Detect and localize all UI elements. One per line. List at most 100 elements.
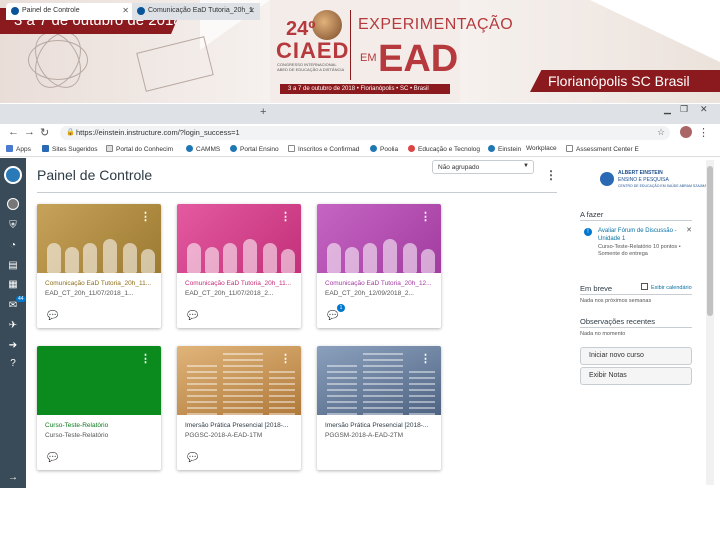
- close-window-icon[interactable]: ✕: [700, 104, 708, 115]
- address-bar[interactable]: 🔒 https://einstein.instructure.com/?logi…: [60, 126, 670, 140]
- course-card-hero[interactable]: ⋮: [317, 346, 441, 415]
- bookmark-star-icon[interactable]: ☆: [657, 127, 665, 138]
- course-card-hero[interactable]: ⋮: [177, 204, 301, 273]
- scrollbar-thumb[interactable]: [707, 166, 713, 316]
- bookmark-item[interactable]: CAMMS: [186, 145, 220, 153]
- card-options-icon[interactable]: ⋮: [280, 352, 291, 365]
- tab-label: Comunicação EaD Tutoria_20h_1: [148, 7, 254, 14]
- course-card-title[interactable]: Imersão Prática Presencial [2018-...: [325, 422, 437, 429]
- course-card-code: EAD_CT_20h_11/07/2018_2...: [185, 290, 274, 297]
- course-card[interactable]: ⋮ Comunicação EaD Tutoria_20h_11... EAD_…: [37, 204, 161, 328]
- canvas-logo-icon[interactable]: [4, 166, 22, 184]
- todo-item[interactable]: ! Avaliar Fórum de Discussão - Unidade 1…: [582, 224, 694, 268]
- admin-icon[interactable]: ⛨: [6, 220, 20, 232]
- banner-strip: 3 a 7 de outubro de 2018 • Florianópolis…: [280, 84, 450, 94]
- bookmark-item[interactable]: Workplace: [526, 145, 557, 152]
- course-card-hero[interactable]: ⋮: [37, 346, 161, 415]
- dismiss-icon[interactable]: ✕: [686, 226, 692, 234]
- todo-item-title[interactable]: Avaliar Fórum de Discussão - Unidade 1: [598, 227, 688, 243]
- view-calendar-link[interactable]: Exibir calendário: [641, 283, 692, 291]
- maximize-icon[interactable]: ❐: [680, 104, 688, 115]
- new-tab-button[interactable]: +: [260, 106, 266, 118]
- banner-shape: [590, 0, 720, 62]
- course-card[interactable]: ⋮ Curso-Teste-Relatório Curso-Teste-Rela…: [37, 346, 161, 470]
- canvas-favicon-icon: [137, 7, 145, 15]
- discussions-icon[interactable]: 💬: [187, 310, 198, 321]
- course-card[interactable]: ⋮ Imersão Prática Presencial [2018-... P…: [317, 346, 441, 470]
- course-card[interactable]: ⋮ Comunicação EaD Tutoria_20h_12... EAD_…: [317, 204, 441, 328]
- course-card[interactable]: ⋮ Comunicação EaD Tutoria_20h_11... EAD_…: [177, 204, 301, 328]
- page-icon: [288, 145, 295, 152]
- banner-city: Florianópolis SC Brasil: [530, 70, 720, 92]
- course-card-title[interactable]: Comunicação EaD Tutoria_20h_12...: [325, 280, 437, 287]
- theme-em: EM: [360, 52, 377, 64]
- commons-icon[interactable]: ✈: [6, 320, 20, 332]
- bookmark-apps[interactable]: Apps: [6, 145, 31, 153]
- discussions-icon[interactable]: 💬: [47, 310, 58, 321]
- account-icon[interactable]: [6, 198, 20, 210]
- lock-icon: 🔒: [66, 129, 75, 136]
- discussions-icon[interactable]: 💬: [47, 452, 58, 463]
- bookmark-item[interactable]: Educação e Tecnolog: [408, 145, 480, 153]
- logo-line: ENSINO E PESQUISA: [618, 177, 669, 183]
- bookmark-item[interactable]: Portal do Conhecim: [106, 145, 173, 153]
- globe-icon: [186, 145, 193, 152]
- bookmark-item[interactable]: Assessment Center E: [566, 145, 639, 153]
- calendar-icon[interactable]: ▦: [6, 279, 20, 291]
- discussion-badge: 1: [337, 304, 345, 312]
- course-card-title[interactable]: Comunicação EaD Tutoria_20h_11...: [45, 280, 157, 287]
- profile-avatar[interactable]: [680, 126, 692, 138]
- theme-ead: EAD: [378, 38, 459, 80]
- course-card-title[interactable]: Imersão Prática Presencial [2018-...: [185, 422, 297, 429]
- discussions-icon[interactable]: 💬: [327, 310, 338, 321]
- course-card-image: [327, 363, 357, 415]
- scrollbar[interactable]: [706, 160, 714, 485]
- bookmark-item[interactable]: Einstein: [488, 145, 521, 153]
- course-card-hero[interactable]: ⋮: [177, 346, 301, 415]
- bookmark-icon: [408, 145, 415, 152]
- forward-icon[interactable]: →: [24, 126, 35, 138]
- back-icon[interactable]: ←: [8, 126, 19, 138]
- logout-icon[interactable]: ➔: [6, 340, 20, 352]
- globe-icon: [488, 145, 495, 152]
- minimize-icon[interactable]: ▁: [664, 104, 671, 115]
- card-options-icon[interactable]: ⋮: [140, 210, 151, 223]
- card-options-icon[interactable]: ⋮: [420, 352, 431, 365]
- page-icon: [106, 145, 113, 152]
- course-card-hero[interactable]: ⋮: [37, 204, 161, 273]
- apps-icon: [6, 145, 13, 152]
- card-options-icon[interactable]: ⋮: [140, 352, 151, 365]
- browser-tab-course[interactable]: Comunicação EaD Tutoria_20h_1 ✕: [132, 3, 260, 20]
- reload-icon[interactable]: ↻: [40, 126, 49, 139]
- view-grades-button[interactable]: Exibir Notas: [580, 367, 692, 385]
- courses-icon[interactable]: ▤: [6, 260, 20, 272]
- calendar-icon: [641, 283, 648, 290]
- bookmark-item[interactable]: Poolia: [370, 145, 398, 153]
- upcoming-heading: Em breve: [580, 284, 613, 293]
- bookmark-item[interactable]: Sites Sugeridos: [42, 145, 98, 153]
- course-card-hero[interactable]: ⋮: [317, 204, 441, 273]
- ciaed-subtitle: CONGRESSO INTERNACIONAL ABED DE EDUCAÇÃO…: [277, 62, 345, 72]
- bookmark-item[interactable]: Portal Ensino: [230, 145, 279, 153]
- course-card-title[interactable]: Comunicação EaD Tutoria_20h_11...: [185, 280, 297, 287]
- start-new-course-button[interactable]: Iniciar novo curso: [580, 347, 692, 365]
- browser-tab-dashboard[interactable]: Painel de Controle ✕: [6, 3, 134, 20]
- collapse-icon[interactable]: →: [6, 472, 20, 484]
- help-icon[interactable]: ?: [6, 358, 20, 370]
- card-options-icon[interactable]: ⋮: [420, 210, 431, 223]
- dashboard-view-select[interactable]: Não agrupado ▼: [432, 160, 534, 174]
- feedback-empty: Nada no momento: [580, 331, 626, 337]
- discussions-icon[interactable]: 💬: [187, 452, 198, 463]
- course-card-title[interactable]: Curso-Teste-Relatório: [45, 422, 157, 429]
- banner-divider: [350, 10, 351, 80]
- close-icon[interactable]: ✕: [122, 6, 129, 15]
- close-icon[interactable]: ✕: [248, 6, 255, 15]
- bookmark-item[interactable]: Inscritos e Confirmad: [288, 145, 359, 153]
- dashboard-options-icon[interactable]: ⋮: [545, 168, 557, 182]
- course-card-code: Curso-Teste-Relatório: [45, 432, 109, 439]
- menu-icon[interactable]: ⋮: [698, 126, 709, 139]
- dashboard-icon[interactable]: ◔: [6, 240, 20, 252]
- course-card[interactable]: ⋮ Imersão Prática Presencial [2018-... P…: [177, 346, 301, 470]
- card-options-icon[interactable]: ⋮: [280, 210, 291, 223]
- sidebar-divider: [580, 220, 692, 221]
